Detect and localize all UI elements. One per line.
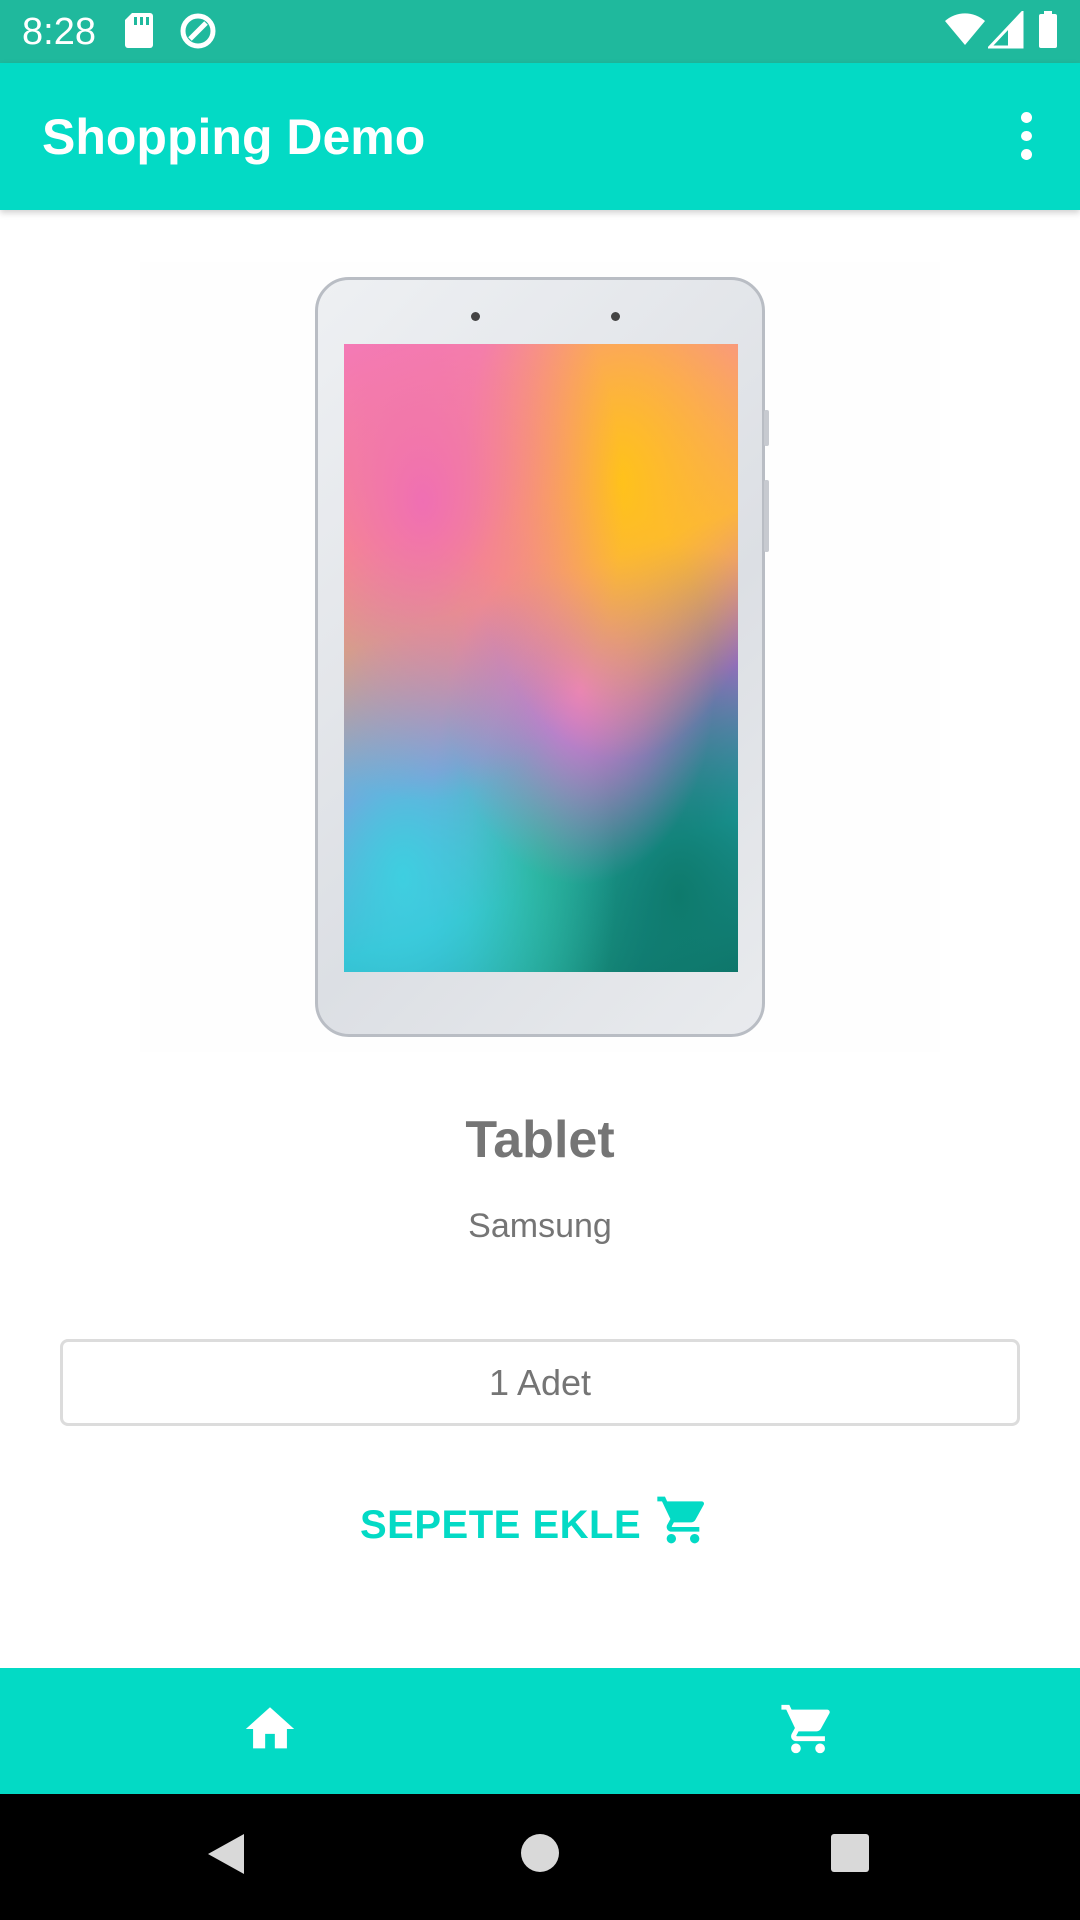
cart-icon — [641, 1492, 711, 1558]
overflow-menu-icon[interactable] — [998, 108, 1054, 164]
back-icon[interactable] — [204, 1830, 248, 1883]
home-circle-icon[interactable] — [519, 1832, 561, 1879]
tablet-illustration — [315, 277, 769, 1037]
tablet-screen — [344, 344, 738, 972]
nav-home[interactable] — [240, 1701, 300, 1761]
add-to-cart-button[interactable]: SEPETE EKLE — [360, 1490, 711, 1560]
cart-icon — [779, 1700, 837, 1763]
sd-card-icon — [124, 11, 154, 54]
home-icon — [241, 1700, 299, 1763]
app-bar: Shopping Demo — [0, 63, 1080, 210]
product-brand: Samsung — [468, 1207, 612, 1245]
nav-cart[interactable] — [778, 1701, 838, 1761]
app-title: Shopping Demo — [42, 109, 426, 165]
status-bar: 8:28 — [0, 0, 1080, 63]
system-navigation-bar — [0, 1794, 1080, 1920]
status-time: 8:28 — [22, 11, 96, 53]
bottom-navigation — [0, 1668, 1080, 1794]
quantity-field[interactable]: 1 Adet — [60, 1339, 1020, 1426]
battery-icon — [1038, 11, 1058, 54]
add-to-cart-label: SEPETE EKLE — [360, 1502, 642, 1547]
product-name: Tablet — [465, 1111, 615, 1169]
product-image — [140, 262, 940, 1052]
recents-icon[interactable] — [830, 1833, 870, 1878]
signal-icon — [986, 9, 1024, 54]
data-saver-icon — [178, 11, 218, 56]
wifi-icon — [944, 11, 986, 52]
